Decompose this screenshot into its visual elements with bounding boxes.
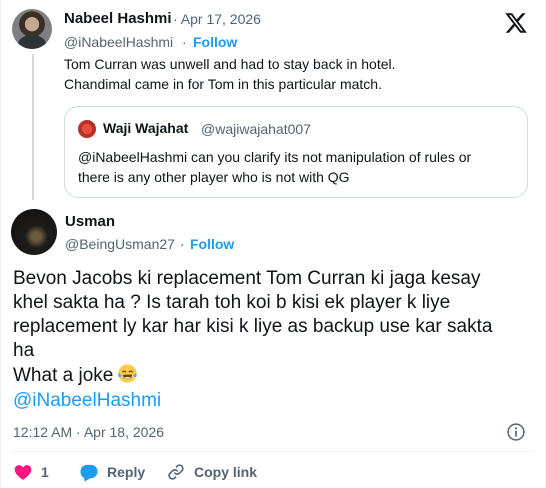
quoted-tweet-text: @iNabeelHashmi can you clarify its not m… — [78, 149, 472, 185]
avatar-nabeel-hashmi[interactable] — [12, 9, 52, 49]
copy-link-label: Copy link — [194, 464, 258, 480]
avatar-waji-wajahat — [78, 120, 96, 138]
tweet-card: Nabeel Hashmi · Apr 17, 2026 @iNabeelHas… — [0, 0, 546, 488]
separator-dot: · — [180, 236, 185, 252]
follow-nabeel-button[interactable]: Follow — [193, 34, 237, 50]
avatar-usman[interactable] — [11, 209, 57, 255]
copy-link-button[interactable]: Copy link — [166, 461, 257, 483]
x-logo-icon[interactable] — [504, 11, 528, 35]
quoted-tweet-card[interactable]: Waji Wajahat @wajiwajahat007 @iNabeelHas… — [64, 106, 528, 198]
thread-connector-line — [32, 54, 34, 200]
like-button[interactable]: 1 — [13, 461, 49, 483]
parent-author-name[interactable]: Nabeel Hashmi — [64, 10, 172, 27]
main-author-name[interactable]: Usman — [65, 213, 115, 230]
main-tweet-body: Bevon Jacobs ki replacement Tom Curran k… — [13, 267, 533, 388]
separator-dot: · — [182, 34, 187, 50]
follow-usman-button[interactable]: Follow — [190, 236, 234, 252]
face-with-tears-of-joy-icon — [118, 364, 138, 383]
parent-author-handle[interactable]: @iNabeelHashmi — [64, 34, 173, 50]
info-icon[interactable] — [506, 422, 526, 442]
mention-link[interactable]: @iNabeelHashmi — [13, 389, 161, 413]
reply-bubble-icon — [80, 464, 98, 482]
parent-tweet-date[interactable]: · Apr 17, 2026 — [173, 11, 261, 27]
link-icon — [168, 464, 184, 480]
divider — [13, 451, 535, 452]
tweet-timestamp[interactable]: 12:12 AM · Apr 18, 2026 — [13, 424, 164, 440]
quoted-author-name: Waji Wajahat — [103, 120, 189, 136]
quoted-author-handle: @wajiwajahat007 — [201, 121, 311, 137]
like-count: 1 — [41, 464, 49, 480]
main-tweet-text: Bevon Jacobs ki replacement Tom Curran k… — [13, 268, 493, 386]
parent-tweet-text: Tom Curran was unwell and had to stay ba… — [64, 56, 396, 92]
reply-label: Reply — [107, 464, 146, 480]
reply-button[interactable]: Reply — [79, 461, 145, 483]
heart-icon — [14, 465, 32, 480]
main-author-handle[interactable]: @BeingUsman27 — [65, 236, 175, 252]
